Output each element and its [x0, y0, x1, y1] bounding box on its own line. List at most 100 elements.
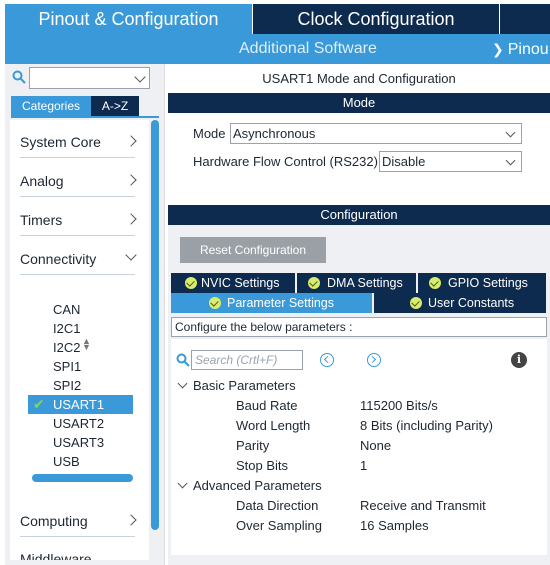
chevron-right-icon	[125, 514, 137, 526]
category-analog[interactable]: Analog	[20, 173, 137, 197]
peripheral-usart2[interactable]: USART2	[28, 414, 133, 433]
peripheral-spi1[interactable]: SPI1	[28, 357, 133, 376]
param-value[interactable]: 115200 Bits/s	[360, 398, 438, 413]
check-circle-icon	[410, 297, 422, 309]
category-connectivity[interactable]: Connectivity	[20, 249, 137, 275]
panel-title: USART1 Mode and Configuration	[262, 71, 456, 86]
category-label: Connectivity	[20, 251, 97, 267]
param-value[interactable]: Receive and Transmit	[360, 498, 486, 513]
parameter-search-input[interactable]: Search (Crtl+F)	[191, 350, 303, 370]
chevron-right-icon	[368, 355, 377, 364]
pinout-dropdown[interactable]: ❯ Pinou	[492, 34, 549, 65]
reset-configuration-button[interactable]: Reset Configuration	[180, 237, 326, 263]
configure-instructions: Configure the below parameters :	[171, 317, 547, 337]
param-name: Baud Rate	[236, 398, 298, 413]
peripheral-i2c1[interactable]: I2C1	[28, 319, 133, 338]
search-icon[interactable]	[12, 70, 26, 84]
tab-label: Parameter Settings	[227, 296, 334, 310]
check-icon: ✔	[33, 396, 45, 412]
chevron-down-icon	[134, 71, 146, 83]
tab-label: DMA Settings	[327, 276, 403, 290]
chevron-down-icon[interactable]	[177, 378, 188, 389]
tab-dma-settings[interactable]: DMA Settings	[297, 273, 416, 293]
configuration-section-header: Configuration	[168, 205, 550, 225]
tab-overflow[interactable]	[500, 4, 550, 34]
parameter-area: Search (Crtl+F) i Basic Parameters Baud …	[171, 339, 547, 555]
param-value[interactable]: 16 Samples	[360, 518, 429, 533]
chevron-down-icon	[125, 249, 137, 261]
peripheral-usart1[interactable]: ✔ USART1	[28, 395, 133, 414]
mode-configuration-panel: USART1 Mode and Configuration Mode Mode …	[168, 64, 550, 565]
chevron-left-icon	[323, 355, 332, 364]
peripheral-spi2[interactable]: SPI2	[28, 376, 133, 395]
param-value[interactable]: 1	[360, 458, 367, 473]
category-list: System Core Analog Timers Connectivity ▲…	[10, 120, 149, 560]
tab-underline	[11, 116, 159, 118]
info-icon[interactable]: i	[511, 352, 527, 368]
mode-select-value: Asynchronous	[233, 126, 316, 141]
search-icon	[176, 353, 190, 367]
chevron-down-icon	[505, 155, 516, 166]
peripheral-can[interactable]: CAN	[28, 300, 133, 319]
category-panel: Categories A->Z System Core Analog Timer…	[5, 64, 165, 565]
sub-tab-bar: Additional Software ❯ Pinou	[5, 34, 550, 64]
chevron-down-icon	[505, 127, 516, 138]
chevron-down-icon: ❯	[492, 41, 504, 57]
param-value[interactable]: None	[360, 438, 391, 453]
peripheral-i2c2[interactable]: I2C2	[28, 338, 133, 357]
mode-select[interactable]: Asynchronous	[230, 123, 522, 144]
tab-label: GPIO Settings	[448, 276, 528, 290]
category-middleware[interactable]: Middleware	[20, 551, 135, 560]
tab-parameter-settings[interactable]: Parameter Settings	[171, 293, 372, 313]
flow-control-select[interactable]: Disable	[379, 151, 522, 172]
check-circle-icon	[209, 297, 221, 309]
group-advanced-parameters[interactable]: Advanced Parameters	[193, 478, 322, 493]
category-label: Computing	[20, 513, 88, 529]
param-name: Stop Bits	[236, 458, 289, 473]
group-basic-parameters[interactable]: Basic Parameters	[193, 378, 296, 393]
tab-categories[interactable]: Categories	[11, 96, 91, 116]
next-match-button[interactable]	[367, 353, 381, 367]
mode-label: Mode	[193, 126, 226, 141]
top-tab-bar: Pinout & Configuration Clock Configurati…	[0, 0, 550, 34]
category-label: Timers	[20, 212, 63, 228]
flow-control-label: Hardware Flow Control (RS232)	[193, 154, 378, 169]
peripheral-label: USART1	[53, 397, 105, 412]
check-circle-icon	[185, 277, 197, 289]
tab-nvic-settings[interactable]: NVIC Settings	[171, 273, 295, 293]
chevron-right-icon	[125, 213, 137, 225]
category-timers[interactable]: Timers	[20, 212, 137, 236]
chevron-right-icon	[125, 174, 137, 186]
tab-gpio-settings[interactable]: GPIO Settings	[418, 273, 546, 293]
previous-match-button[interactable]	[320, 353, 334, 367]
category-label: System Core	[20, 134, 101, 150]
chevron-down-icon[interactable]	[177, 478, 188, 489]
category-label: Middleware	[20, 551, 92, 560]
param-name: Parity	[236, 438, 270, 453]
mode-section-header: Mode	[168, 93, 550, 113]
param-name: Data Direction	[236, 498, 319, 513]
category-computing[interactable]: Computing	[20, 513, 137, 537]
param-name: Word Length	[236, 418, 311, 433]
peripheral-usb[interactable]: USB	[28, 452, 133, 471]
param-value[interactable]: 8 Bits (including Parity)	[360, 418, 493, 433]
flow-control-value: Disable	[382, 154, 426, 169]
tab-pinout-configuration[interactable]: Pinout & Configuration	[5, 4, 252, 34]
tab-label: User Constants	[428, 296, 515, 310]
tab-label: NVIC Settings	[201, 276, 280, 290]
category-system-core[interactable]: System Core	[20, 134, 137, 158]
chevron-right-icon	[125, 135, 137, 147]
check-circle-icon	[429, 277, 441, 289]
tab-user-constants[interactable]: User Constants	[374, 293, 546, 313]
tab-a-to-z[interactable]: A->Z	[91, 96, 139, 116]
category-search-combo[interactable]	[29, 67, 150, 89]
tab-clock-configuration[interactable]: Clock Configuration	[253, 4, 499, 34]
param-name: Over Sampling	[236, 518, 322, 533]
vertical-scrollbar[interactable]	[151, 120, 159, 530]
category-label: Analog	[20, 173, 64, 189]
check-circle-icon	[308, 277, 320, 289]
pinout-dropdown-label: Pinou	[507, 41, 549, 58]
peripheral-usart3[interactable]: USART3	[28, 433, 133, 452]
horizontal-scrollbar[interactable]	[32, 474, 133, 482]
additional-software-link[interactable]: Additional Software	[239, 34, 377, 64]
